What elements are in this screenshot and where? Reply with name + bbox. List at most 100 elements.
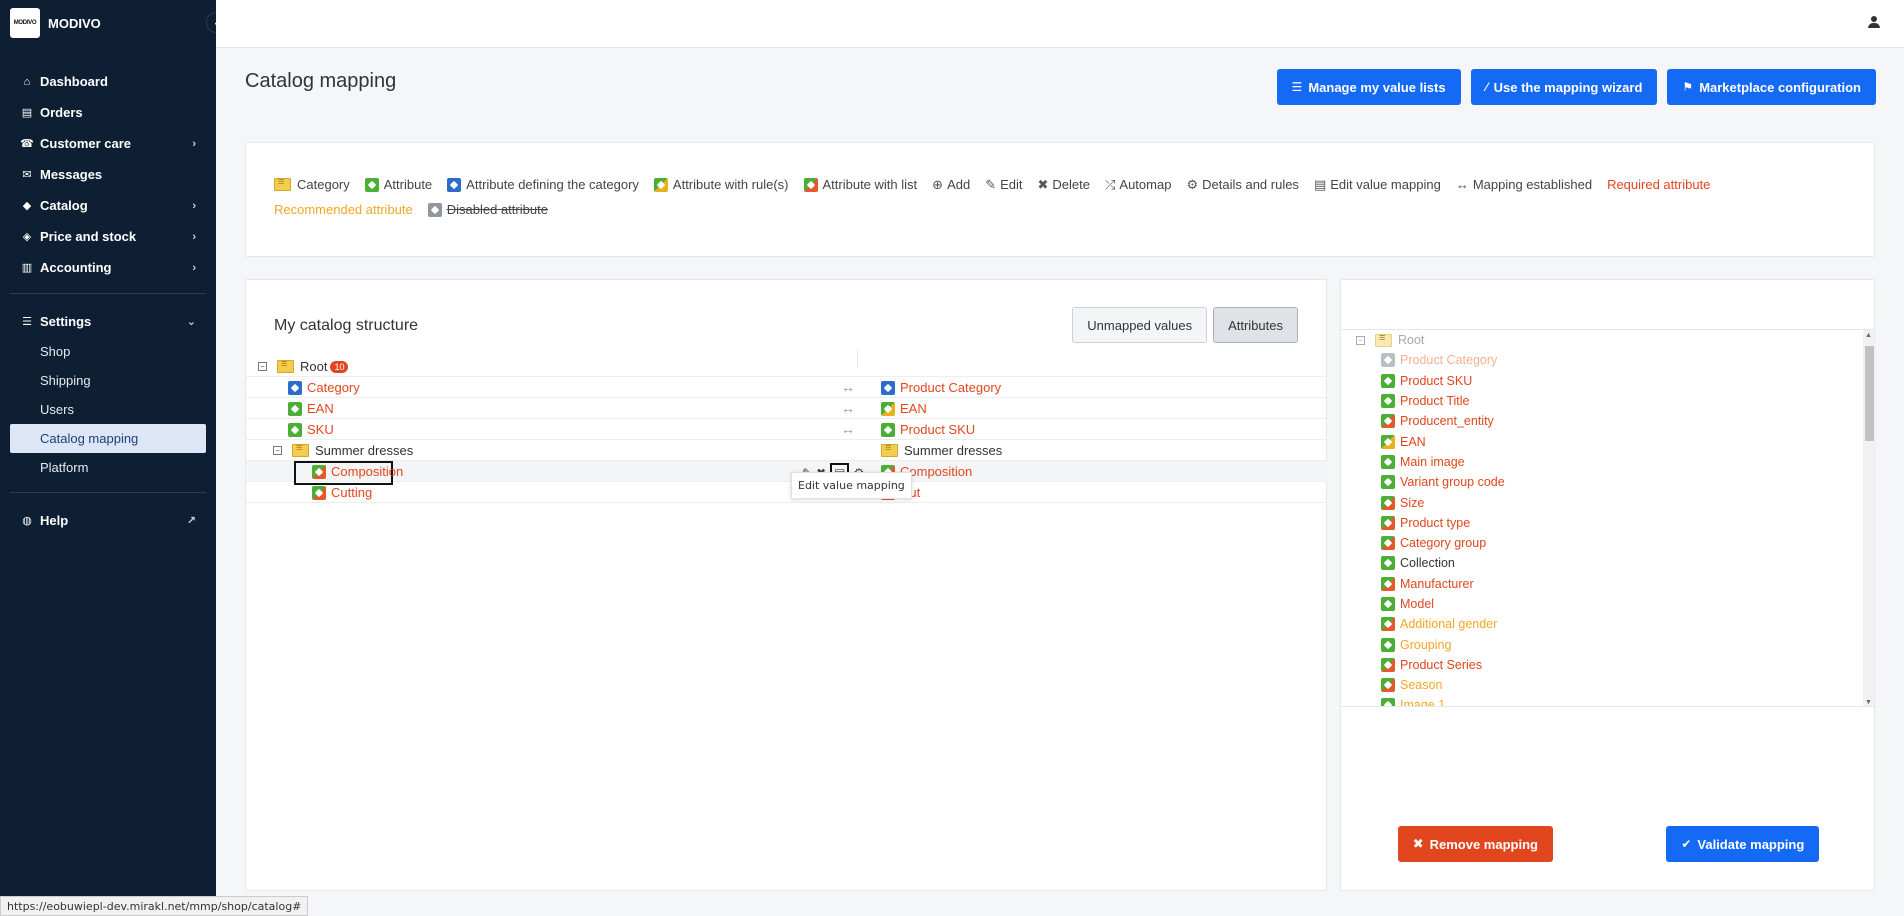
collapse-icon[interactable]: −: [273, 446, 282, 455]
remove-mapping-button[interactable]: ✖ Remove mapping: [1397, 826, 1553, 862]
mapped-label: Product Category: [900, 380, 1002, 395]
mapping-wizard-button[interactable]: ⁄ Use the mapping wizard: [1470, 69, 1658, 105]
tree-label: Category: [307, 380, 360, 395]
category-icon: [274, 176, 291, 191]
attribute-icon: [1381, 475, 1395, 490]
collapse-icon[interactable]: −: [1356, 335, 1365, 345]
attribute-label: Variant group code: [1400, 475, 1505, 490]
list-item[interactable]: Image 1: [1341, 695, 1876, 706]
scrollbar[interactable]: ▲ ▼: [1863, 330, 1876, 706]
brand[interactable]: MODIVO MODIVO: [0, 0, 216, 46]
list-item[interactable]: Main image: [1341, 452, 1876, 472]
attribute-label: Producent_entity: [1400, 414, 1494, 429]
list-item[interactable]: Additional gender: [1341, 614, 1876, 634]
marketplace-attribute-list: − Root Product Category Product SKU Prod…: [1341, 329, 1876, 707]
list-item[interactable]: Size: [1341, 492, 1876, 512]
sidebar: MODIVO MODIVO ⌂ Dashboard ▤ Orders ☎ Cus…: [0, 0, 216, 916]
manage-value-lists-button[interactable]: ☰ Manage my value lists: [1276, 69, 1461, 105]
list-item[interactable]: Model: [1341, 594, 1876, 614]
list-item[interactable]: Category group: [1341, 533, 1876, 553]
sidebar-subitem-shipping[interactable]: Shipping: [0, 366, 216, 395]
legend-attribute-rules: Attribute with rule(s): [653, 177, 789, 192]
attribute-label: Product Category: [1400, 353, 1498, 368]
tree-row-summer-dresses[interactable]: − Summer dresses Summer dresses: [246, 440, 1328, 461]
list-item[interactable]: Product Series: [1341, 655, 1876, 675]
attribute-list-icon: [312, 464, 326, 479]
list-item[interactable]: Collection: [1341, 553, 1876, 573]
sidebar-item-help[interactable]: ◍ Help ↗: [0, 505, 216, 536]
tree-row-root[interactable]: − Root: [1341, 330, 1876, 350]
attribute-icon: [1381, 454, 1395, 469]
attribute-list-icon: [1381, 617, 1395, 632]
top-bar: [216, 0, 1904, 48]
list-item[interactable]: Variant group code: [1341, 472, 1876, 492]
list-item[interactable]: Product type: [1341, 513, 1876, 533]
sidebar-subitem-shop[interactable]: Shop: [0, 337, 216, 366]
legend-add: ⊕ Add: [932, 176, 971, 193]
sidebar-subitem-users[interactable]: Users: [0, 395, 216, 424]
tree-row-category[interactable]: Category ↔ Product Category: [246, 377, 1328, 398]
sidebar-item-dashboard[interactable]: ⌂ Dashboard: [0, 66, 216, 97]
pencil-icon: ✎: [985, 176, 997, 192]
check-icon: ✔: [1681, 837, 1692, 851]
scroll-down-icon[interactable]: ▼: [1865, 699, 1872, 706]
disabled-attribute-icon: [1381, 353, 1395, 368]
attribute-label: Product SKU: [1400, 373, 1473, 388]
tree-label: Root: [300, 359, 328, 374]
list-item[interactable]: Product SKU: [1341, 371, 1876, 391]
attribute-rule-icon: [653, 177, 668, 192]
attribute-icon: [1381, 698, 1395, 706]
attribute-label: Grouping: [1400, 637, 1452, 652]
chat-icon: ✉: [22, 169, 32, 181]
tree-row-composition[interactable]: Composition ✎ ✖ ▤ ⚙ ↔ Composition: [246, 461, 1328, 485]
attribute-label: Manufacturer: [1400, 576, 1474, 591]
list-item[interactable]: Grouping: [1341, 634, 1876, 654]
sidebar-item-label: Help: [40, 513, 69, 528]
collapse-icon[interactable]: −: [258, 362, 267, 371]
sidebar-subitem-platform[interactable]: Platform: [0, 453, 216, 482]
list-item[interactable]: Season: [1341, 675, 1876, 695]
attribute-icon: [288, 422, 302, 437]
sidebar-item-label: Customer care: [40, 136, 132, 151]
tree-row-root[interactable]: − Root 10: [246, 356, 1328, 377]
list-item[interactable]: Manufacturer: [1341, 574, 1876, 594]
mapping-arrow-icon: ↔: [841, 421, 855, 437]
list-item[interactable]: Product Title: [1341, 391, 1876, 411]
unmapped-values-button[interactable]: Unmapped values: [1072, 307, 1208, 343]
sidebar-item-orders[interactable]: ▤ Orders: [0, 97, 216, 128]
attributes-button[interactable]: Attributes: [1213, 307, 1298, 343]
chevron-right-icon: ›: [192, 199, 196, 212]
legend-attribute: Attribute: [364, 177, 432, 192]
brand-name: MODIVO: [48, 15, 101, 31]
sidebar-subitem-catalog-mapping[interactable]: Catalog mapping: [10, 424, 206, 453]
chevron-right-icon: ›: [192, 261, 196, 274]
sidebar-item-catalog[interactable]: ◆ Catalog ›: [0, 190, 216, 221]
list-item[interactable]: Product Category: [1341, 350, 1876, 370]
sidebar-item-messages[interactable]: ✉ Messages: [0, 159, 216, 190]
button-label: Remove mapping: [1429, 836, 1538, 852]
attribute-list-icon: [1381, 536, 1395, 551]
clipboard-icon: ▤: [21, 107, 33, 119]
list-item[interactable]: Producent_entity: [1341, 411, 1876, 431]
external-link-icon: ↗: [186, 515, 196, 527]
sidebar-item-price-and-stock[interactable]: ◈ Price and stock ›: [0, 221, 216, 252]
sidebar-item-settings[interactable]: ☰ Settings ⌄: [0, 306, 216, 337]
sidebar-item-customer-care[interactable]: ☎ Customer care ›: [0, 128, 216, 159]
shapes-icon: ◆: [22, 200, 32, 212]
validate-mapping-button[interactable]: ✔ Validate mapping: [1666, 826, 1820, 862]
tree-row-ean[interactable]: EAN ↔ EAN: [246, 398, 1328, 419]
catalog-structure-panel: My catalog structure Unmapped values Att…: [245, 279, 1328, 891]
user-icon[interactable]: [1868, 16, 1880, 28]
sidebar-nav: ⌂ Dashboard ▤ Orders ☎ Customer care › ✉…: [0, 66, 216, 536]
tree-row-sku[interactable]: SKU ↔ Product SKU: [246, 419, 1328, 440]
scroll-up-icon[interactable]: ▲: [1865, 332, 1872, 339]
legend-required: Required attribute: [1607, 177, 1711, 192]
scrollbar-thumb[interactable]: [1865, 346, 1874, 441]
chevron-down-icon: ⌄: [186, 316, 196, 328]
sidebar-item-accounting[interactable]: ▥ Accounting ›: [0, 252, 216, 283]
attribute-icon: [288, 401, 302, 416]
marketplace-configuration-button[interactable]: ⚑ Marketplace configuration: [1667, 69, 1876, 105]
list-item[interactable]: EAN: [1341, 431, 1876, 451]
attribute-label: Main image: [1400, 454, 1465, 469]
tree-row-cutting[interactable]: Cutting ↔ Cut: [246, 482, 1328, 503]
